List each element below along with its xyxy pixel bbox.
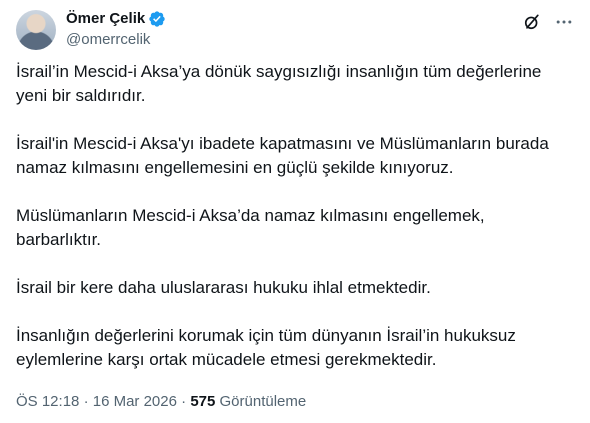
meta-separator: · <box>83 393 89 410</box>
verified-badge-icon <box>149 11 165 27</box>
more-options-icon[interactable] <box>554 12 574 32</box>
author-name-row: Ömer Çelik <box>66 9 166 29</box>
author-display-name[interactable]: Ömer Çelik <box>66 9 145 29</box>
author-info: Ömer Çelik @omerrcelik <box>66 8 166 50</box>
meta-separator: · <box>181 393 187 410</box>
header-actions <box>522 12 574 32</box>
tweet-paragraph: İsrail bir kere daha uluslararası hukuku… <box>16 278 431 297</box>
grok-icon[interactable] <box>522 12 542 32</box>
views-label: Görüntüleme <box>219 393 307 410</box>
avatar[interactable] <box>16 10 56 50</box>
tweet-paragraph: İsrail’in Mescid-i Aksa’ya dönük saygısı… <box>16 62 542 105</box>
tweet-meta: ÖS 12:18 · 16 Mar 2026 · 575 Görüntüleme <box>16 392 306 412</box>
tweet-paragraph: İnsanlığın değerlerini korumak için tüm … <box>16 326 516 369</box>
tweet-header: Ömer Çelik @omerrcelik <box>16 8 574 52</box>
tweet-date[interactable]: 16 Mar 2026 <box>93 393 177 410</box>
tweet-time[interactable]: ÖS 12:18 <box>16 393 79 410</box>
tweet-paragraph: İsrail'in Mescid-i Aksa'yı ibadete kapat… <box>16 134 549 177</box>
tweet-paragraph: Müslümanların Mescid-i Aksa’da namaz kıl… <box>16 206 485 249</box>
tweet-text: İsrail’in Mescid-i Aksa’ya dönük saygısı… <box>16 60 574 396</box>
tweet-card: Ömer Çelik @omerrcelik İsrail’in Mescid-… <box>0 0 590 423</box>
author-handle[interactable]: @omerrcelik <box>66 30 166 50</box>
views-count[interactable]: 575 <box>190 393 215 410</box>
